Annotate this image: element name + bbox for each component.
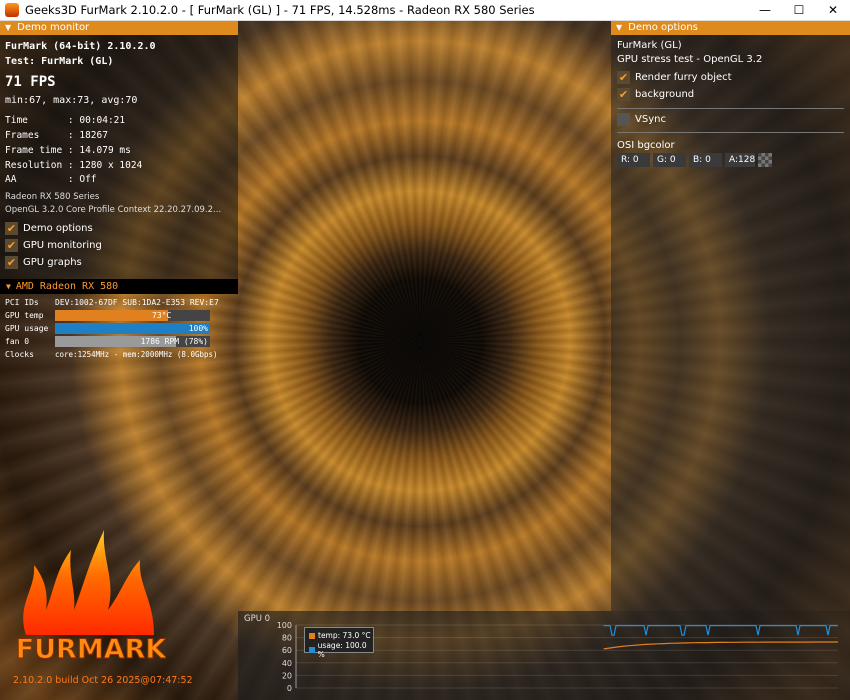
demo-monitor-title: Demo monitor	[17, 22, 90, 33]
graph-ytick: 0	[287, 684, 292, 693]
usage-series-line	[603, 625, 838, 636]
gpu-usage-label: GPU usage	[5, 324, 49, 333]
demo-monitor-header[interactable]: ▼ Demo monitor	[0, 21, 238, 35]
gpu-graph-panel: GPU 0 100 80 60 40 20 0 temp: 73.0 °C usage: …	[238, 611, 850, 700]
osi-a-field[interactable]: A:128	[725, 153, 755, 167]
graph-legend: temp: 73.0 °C usage: 100.0 %	[304, 627, 374, 659]
osi-r-field[interactable]: R: 0	[617, 153, 650, 167]
demo-options-checkbox[interactable]: ✔ Demo options	[5, 222, 93, 235]
temp-series-line	[603, 641, 838, 650]
graph-ytick: 20	[282, 671, 292, 680]
fps-stats: min:67, max:73, avg:70	[5, 95, 138, 106]
osi-g-field[interactable]: G: 0	[653, 153, 686, 167]
close-button[interactable]: ✕	[816, 0, 850, 20]
fan-value: 1786 RPM (78%)	[140, 337, 208, 346]
unchecked-box-icon: ✔	[617, 113, 630, 126]
test-name-line: Test: FurMark (GL)	[5, 56, 114, 67]
gpu-monitoring-checkbox[interactable]: ✔ GPU monitoring	[5, 239, 102, 252]
fan-label: fan 0	[5, 337, 30, 346]
vsync-checkbox[interactable]: ✔VSync	[617, 113, 666, 126]
gpu-graphs-checkbox[interactable]: ✔ GPU graphs	[5, 256, 82, 269]
demo-description: GPU stress test - OpenGL 3.2	[617, 54, 763, 65]
pci-ids-label: PCI IDs	[5, 298, 39, 307]
stat-aa: AA : Off	[5, 174, 97, 185]
gpu-temp-value: 73°C	[152, 311, 172, 320]
graph-ytick: 100	[277, 621, 292, 630]
clocks-value: core:1254MHz - mem:2000MHz (8.0Gbps)	[55, 350, 218, 359]
render-furry-object-checkbox[interactable]: ✔ Render furry object	[617, 71, 732, 84]
demo-name: FurMark (GL)	[617, 40, 682, 51]
graph-ytick: 60	[282, 646, 292, 655]
pci-ids-value: DEV:1002-67DF SUB:1DA2-E353 REV:E7	[55, 298, 219, 307]
gl-context: OpenGL 3.2.0 Core Profile Context 22.20.…	[5, 205, 222, 215]
graph-ytick: 40	[282, 659, 292, 668]
stat-time: Time : 00:04:21	[5, 115, 126, 126]
window-titlebar[interactable]: Geeks3D FurMark 2.10.2.0 - [ FurMark (GL…	[0, 0, 850, 21]
background-checkbox[interactable]: ✔ background	[617, 88, 694, 101]
collapse-triangle-icon: ▼	[5, 23, 12, 32]
fan-bar: 1786 RPM (78%)	[55, 336, 210, 347]
collapse-triangle-icon: ▼	[616, 23, 623, 32]
checkmark-icon: ✔	[5, 239, 18, 252]
legend-swatch-usage	[309, 647, 315, 653]
legend-swatch-temp	[309, 632, 315, 639]
minimize-button[interactable]: —	[748, 0, 782, 20]
gpu-usage-value: 100%	[188, 324, 208, 333]
gpu-name: Radeon RX 580 Series	[5, 192, 100, 202]
collapse-triangle-icon: ▼	[6, 282, 11, 291]
legend-usage: usage: 100.0 %	[309, 641, 373, 659]
gpu-temp-label: GPU temp	[5, 311, 44, 320]
build-info: 2.10.2.0 build Oct 26 2025@07:47:52	[13, 675, 193, 686]
demo-options-panel	[611, 21, 850, 611]
demo-options-header[interactable]: ▼ Demo options	[611, 21, 850, 35]
gpu-panel-header[interactable]: ▼ AMD Radeon RX 580	[0, 279, 238, 294]
window-title: Geeks3D FurMark 2.10.2.0 - [ FurMark (GL…	[25, 3, 535, 17]
app-version-line: FurMark (64-bit) 2.10.2.0	[5, 41, 156, 52]
maximize-button[interactable]: ☐	[782, 0, 816, 20]
options-divider	[617, 108, 844, 109]
stat-frame-time: Frame time : 14.079 ms	[5, 145, 131, 156]
graph-ytick: 80	[282, 634, 292, 643]
gpu-usage-bar: 100%	[55, 323, 210, 334]
checkmark-icon: ✔	[5, 222, 18, 235]
stat-resolution: Resolution : 1280 x 1024	[5, 160, 143, 171]
checkmark-icon: ✔	[617, 88, 630, 101]
furmark-app-icon	[5, 3, 19, 17]
osi-bgcolor-label: OSI bgcolor	[617, 140, 675, 151]
fps-readout: 71 FPS	[5, 74, 56, 90]
demo-options-title: Demo options	[628, 22, 698, 33]
checkmark-icon: ✔	[5, 256, 18, 269]
color-swatch-icon[interactable]	[758, 153, 772, 167]
logo-text: FURMARK	[16, 634, 166, 665]
legend-temp: temp: 73.0 °C	[309, 631, 371, 640]
stat-frames: Frames : 18267	[5, 130, 108, 141]
gpu-temp-bar: 73°C	[55, 310, 210, 321]
furmark-flame-logo: FURMARK	[16, 530, 166, 666]
options-divider	[617, 132, 844, 133]
osi-b-field[interactable]: B: 0	[689, 153, 722, 167]
clocks-label: Clocks	[5, 350, 34, 359]
checkmark-icon: ✔	[617, 71, 630, 84]
